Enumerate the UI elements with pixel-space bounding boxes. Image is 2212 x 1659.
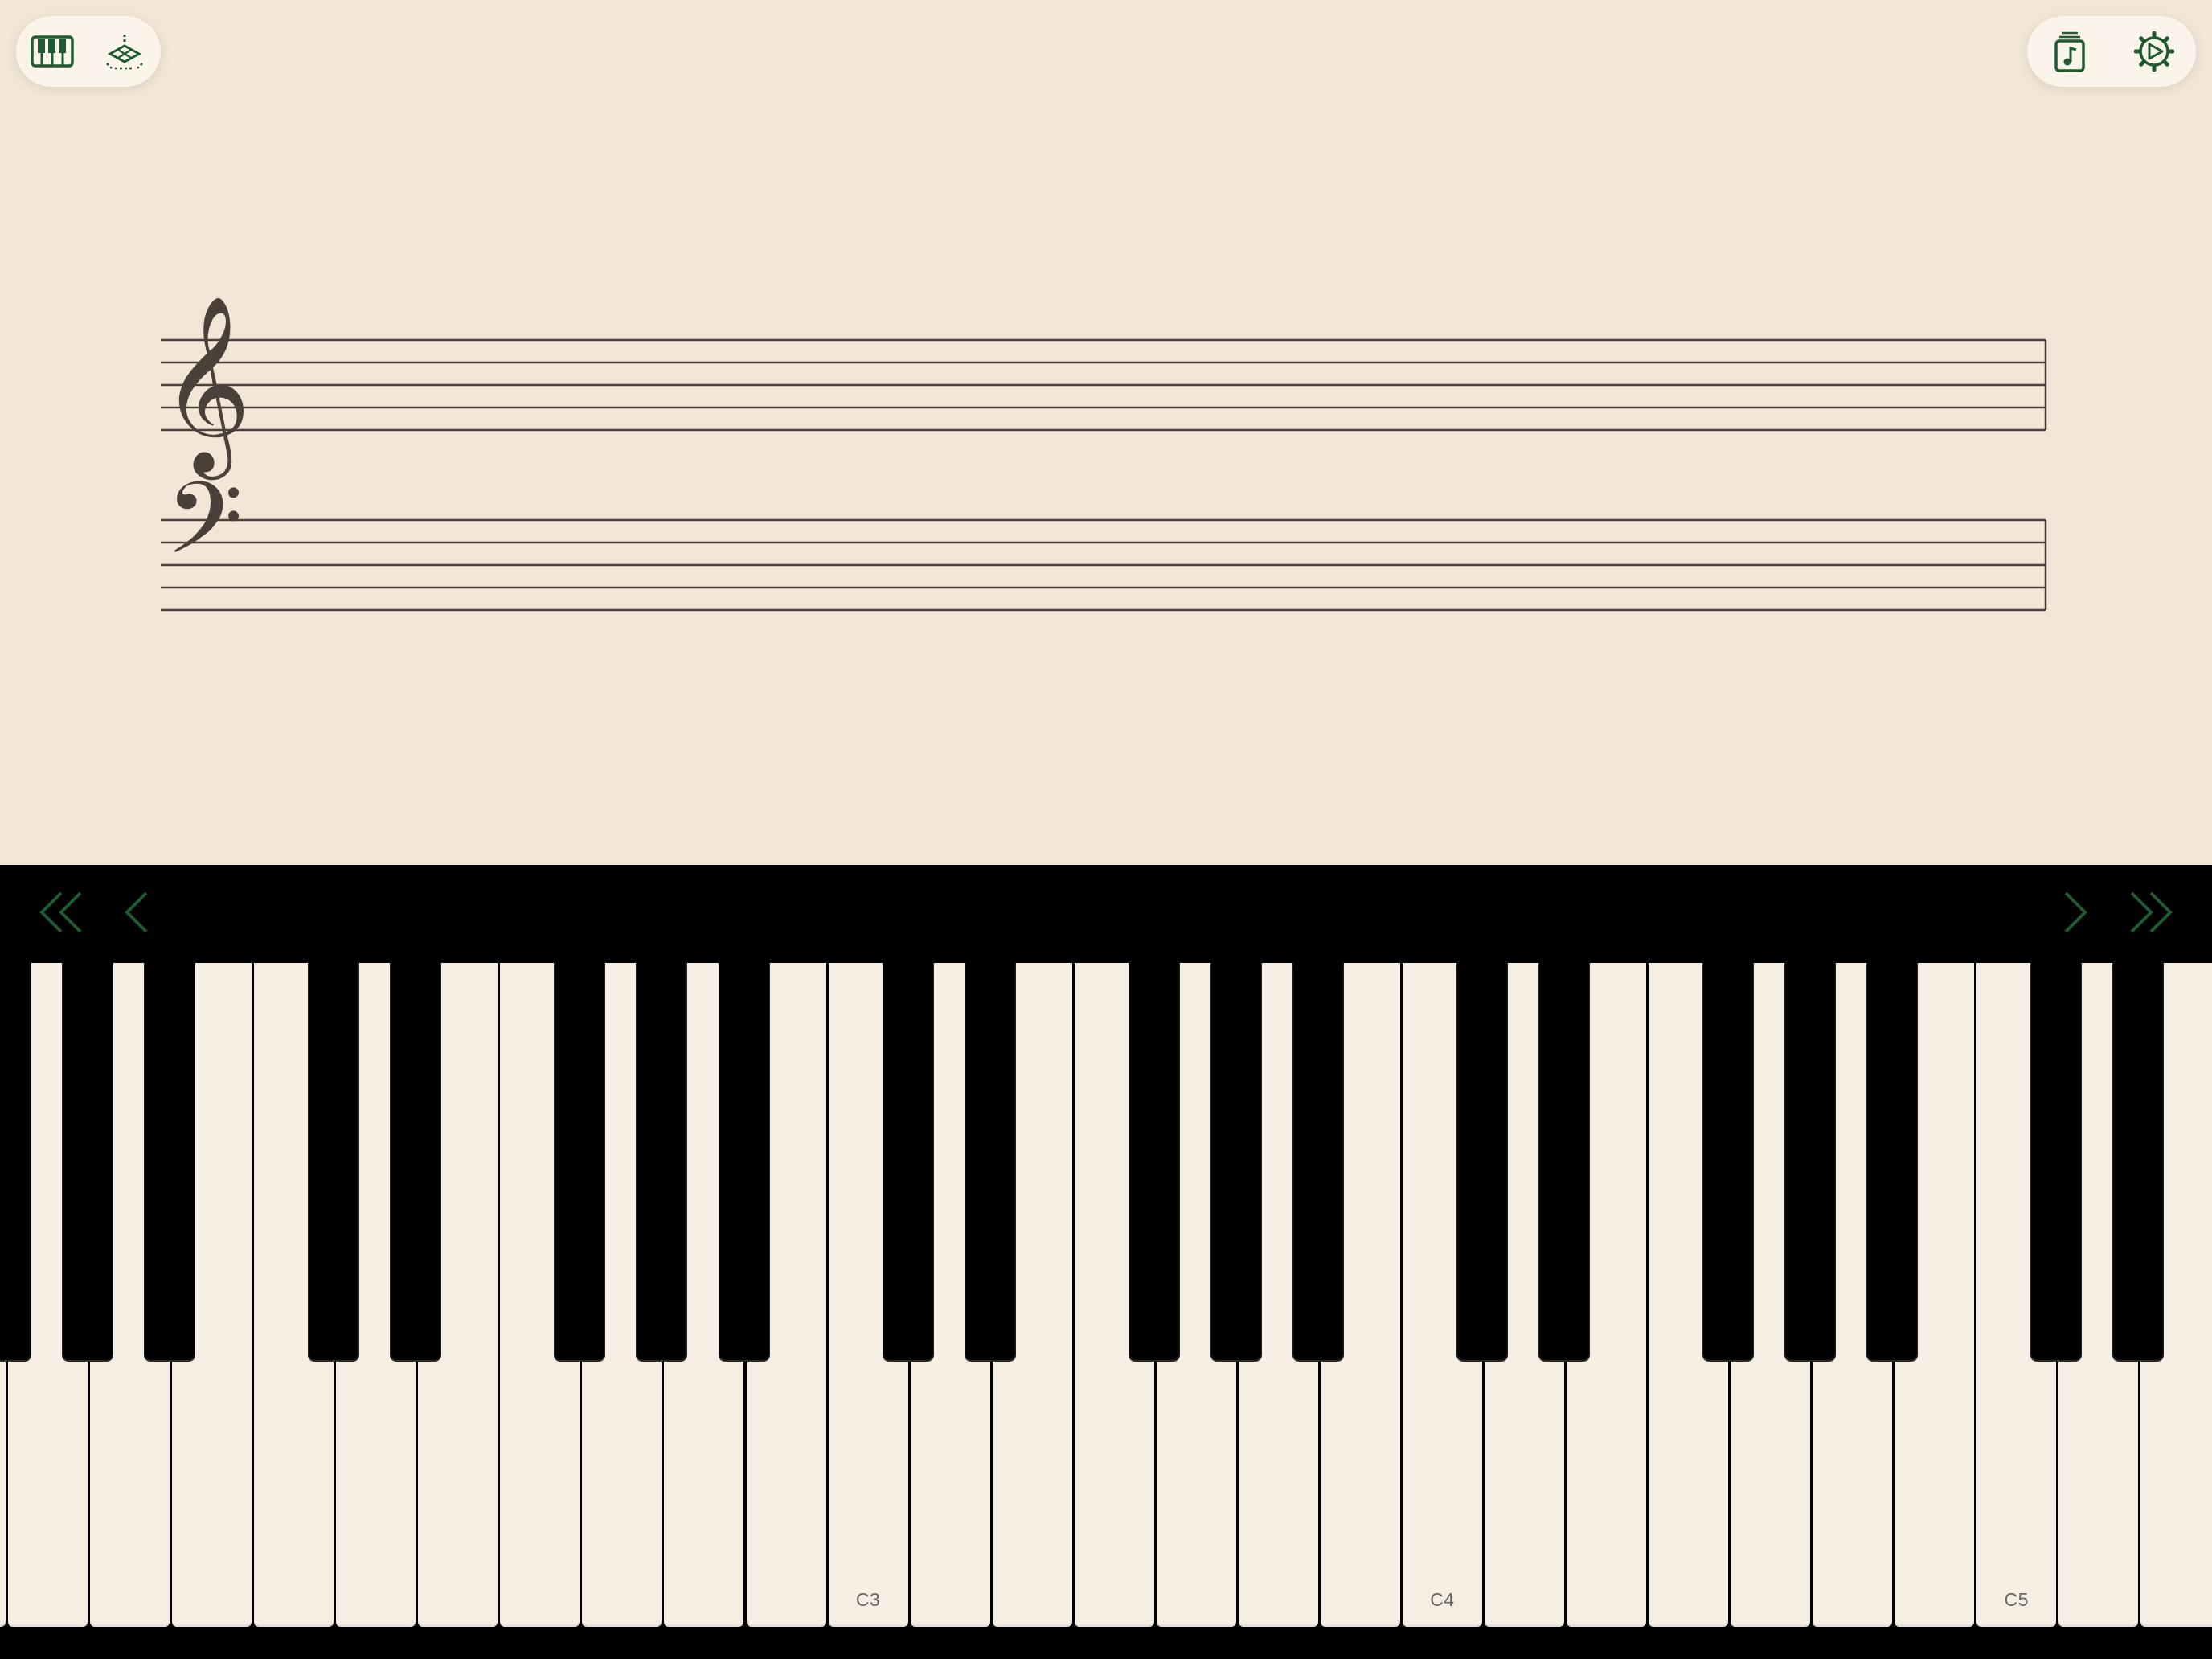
treble-clef: 𝄞 xyxy=(161,294,251,480)
black-key-asharp1[interactable] xyxy=(144,963,196,1360)
black-key-fsharp3[interactable] xyxy=(1128,963,1180,1360)
jump-octave-left-button[interactable] xyxy=(29,886,93,942)
double-chevron-right-icon xyxy=(2127,891,2175,938)
step-left-button[interactable] xyxy=(104,886,169,942)
black-key-gsharp4[interactable] xyxy=(1784,963,1837,1360)
chevron-right-icon xyxy=(2061,891,2090,938)
black-key-dsharp3[interactable] xyxy=(964,963,1016,1360)
bass-clef: 𝄢 xyxy=(166,461,243,601)
black-key-gsharp1[interactable] xyxy=(62,963,114,1360)
black-key-csharp5[interactable] xyxy=(2030,963,2083,1360)
bass-staff xyxy=(161,518,2047,612)
black-key-gsharp3[interactable] xyxy=(1210,963,1262,1360)
black-key-fsharp1[interactable] xyxy=(0,963,32,1360)
black-key-asharp4[interactable] xyxy=(1866,963,1919,1360)
step-right-button[interactable] xyxy=(2043,886,2108,942)
black-key-fsharp4[interactable] xyxy=(1702,963,1755,1360)
black-key-csharp2[interactable] xyxy=(308,963,360,1360)
black-key-dsharp5[interactable] xyxy=(2112,963,2165,1360)
black-key-fsharp2[interactable] xyxy=(554,963,606,1360)
black-key-asharp3[interactable] xyxy=(1292,963,1344,1360)
key-label-c4: C4 xyxy=(1430,1589,1455,1610)
treble-staff xyxy=(161,338,2047,432)
black-key-dsharp2[interactable] xyxy=(390,963,442,1360)
jump-octave-right-button[interactable] xyxy=(2119,886,2183,942)
black-key-csharp4[interactable] xyxy=(1456,963,1508,1360)
chevron-left-icon xyxy=(122,891,151,938)
grand-staff: 𝄞 𝄢 xyxy=(161,294,2047,612)
double-chevron-left-icon xyxy=(37,891,85,938)
black-key-asharp2[interactable] xyxy=(718,963,770,1360)
piano-keyboard: C3 C4 C5 xyxy=(0,963,2212,1659)
black-key-dsharp4[interactable] xyxy=(1538,963,1590,1360)
keyboard-nav-bar xyxy=(0,865,2212,963)
key-label-c3: C3 xyxy=(855,1589,881,1610)
key-label-c5: C5 xyxy=(2004,1589,2029,1610)
black-key-gsharp2[interactable] xyxy=(636,963,688,1360)
black-key-csharp3[interactable] xyxy=(882,963,934,1360)
